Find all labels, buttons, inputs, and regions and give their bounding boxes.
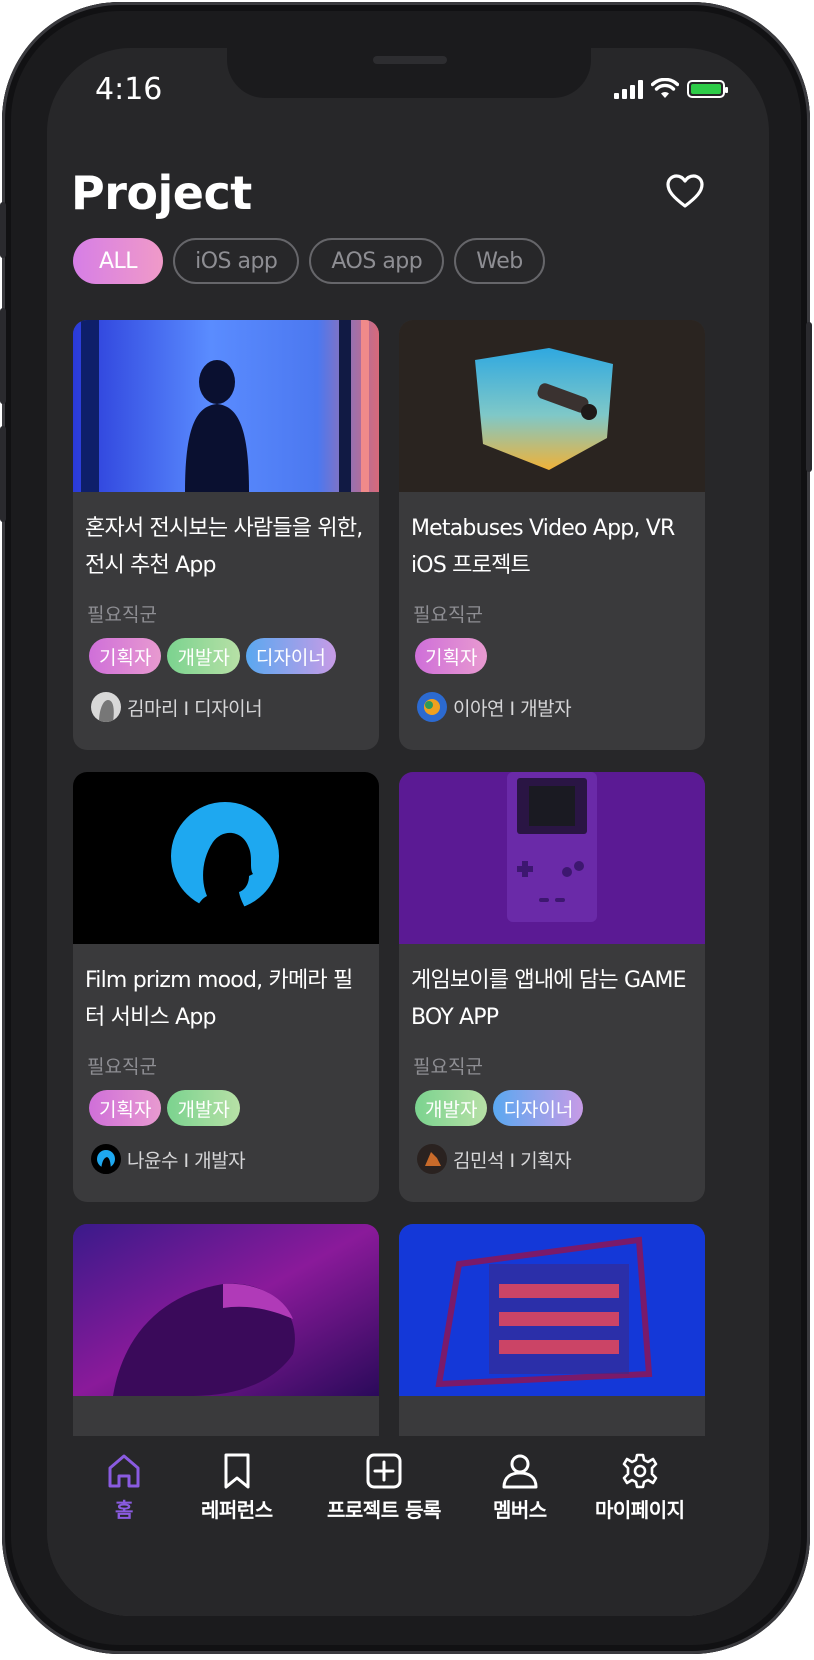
project-title: 게임보이를 앱내에 담는 GAME BOY APP [411,968,687,1030]
avatar [417,692,447,722]
role-tag-developer: 개발자 [167,1090,240,1126]
wifi-icon [651,78,679,98]
project-card[interactable]: 혼자서 전시보는 사람들을 위한, 전시 추천 App 필요직군 기획자 개발자… [73,320,379,750]
project-thumbnail [399,772,705,944]
page-title: Project [71,166,252,220]
phone-frame: 4:16 Project ALL iOS app AOS app Web 혼자서… [0,2,812,1654]
tab-label: 레퍼런스 [201,1498,273,1522]
home-icon [108,1454,140,1488]
tab-label: 마이페이지 [595,1498,685,1522]
person-icon [502,1454,538,1489]
author-name: 김민석 I 기획자 [453,1149,572,1172]
battery-icon [687,80,728,98]
project-author: 김마리 I 디자이너 [91,692,263,722]
author-name: 나윤수 I 개발자 [127,1149,246,1172]
project-card[interactable]: Film prizm mood, 카메라 필터 서비스 App 필요직군 기획자… [73,772,379,1202]
add-square-icon [366,1453,402,1489]
project-thumbnail [73,772,379,944]
screen: 4:16 Project ALL iOS app AOS app Web 혼자서… [47,48,769,1616]
tab-mypage[interactable]: 마이페이지 [595,1452,685,1523]
filter-chip-ios[interactable]: iOS app [173,238,300,284]
role-tag-developer: 개발자 [415,1090,488,1126]
bookmark-icon [224,1453,250,1489]
tab-members[interactable]: 멤버스 [493,1452,547,1523]
notch [227,48,591,98]
bottom-tab-bar: 홈 레퍼런스 프로젝트 등록 멤버스 마이페이지 [47,1436,769,1616]
project-card[interactable]: 게임보이를 앱내에 담는 GAME BOY APP 필요직군 개발자 디자이너 … [399,772,705,1202]
role-tags: 개발자 디자이너 [415,1090,584,1126]
author-name: 김마리 I 디자이너 [127,697,263,720]
required-roles-label: 필요직군 [87,604,157,626]
filter-chips: ALL iOS app AOS app Web [73,238,545,284]
silent-switch [0,202,6,258]
signal-icon [614,79,643,99]
tab-label: 프로젝트 등록 [327,1498,441,1522]
heart-icon[interactable] [665,172,705,212]
project-card[interactable]: Metabuses Video App, VR iOS 프로젝트 필요직군 기획… [399,320,705,750]
filter-chip-aos[interactable]: AOS app [309,238,445,284]
role-tag-planner: 기획자 [89,1090,162,1126]
tab-project-register[interactable]: 프로젝트 등록 [327,1452,441,1523]
role-tag-planner: 기획자 [415,638,488,674]
power-button [806,322,812,472]
role-tag-designer: 디자이너 [245,638,336,674]
project-author: 이아연 I 개발자 [417,692,572,722]
filter-chip-all[interactable]: ALL [73,238,164,284]
project-thumbnail [399,1224,705,1396]
project-thumbnail [73,1224,379,1396]
role-tags: 기획자 개발자 디자이너 [89,638,336,674]
filter-chip-web[interactable]: Web [454,238,545,284]
tab-label: 멤버스 [493,1498,547,1522]
author-name: 이아연 I 개발자 [453,697,572,720]
avatar [417,1144,447,1174]
role-tags: 기획자 개발자 [89,1090,240,1126]
project-title: Film prizm mood, 카메라 필터 서비스 App [85,968,353,1030]
tab-label: 홈 [115,1498,133,1522]
project-author: 나윤수 I 개발자 [91,1144,246,1174]
volume-up-button [0,308,6,404]
required-roles-label: 필요직군 [87,1056,157,1078]
role-tag-developer: 개발자 [167,638,240,674]
project-title: 혼자서 전시보는 사람들을 위한, 전시 추천 App [85,516,363,578]
status-icons [614,78,728,100]
required-roles-label: 필요직군 [413,604,483,626]
project-title: Metabuses Video App, VR iOS 프로젝트 [411,516,675,578]
role-tags: 기획자 [415,638,488,674]
tab-reference[interactable]: 레퍼런스 [201,1452,273,1523]
status-time: 4:16 [95,72,163,107]
project-thumbnail [399,320,705,492]
required-roles-label: 필요직군 [413,1056,483,1078]
avatar [91,692,121,722]
project-thumbnail [73,320,379,492]
gear-icon [622,1453,658,1489]
speaker [373,56,447,64]
role-tag-designer: 디자이너 [493,1090,584,1126]
volume-down-button [0,426,6,522]
avatar [91,1144,121,1174]
tab-home[interactable]: 홈 [105,1452,143,1523]
project-author: 김민석 I 기획자 [417,1144,572,1174]
role-tag-planner: 기획자 [89,638,162,674]
